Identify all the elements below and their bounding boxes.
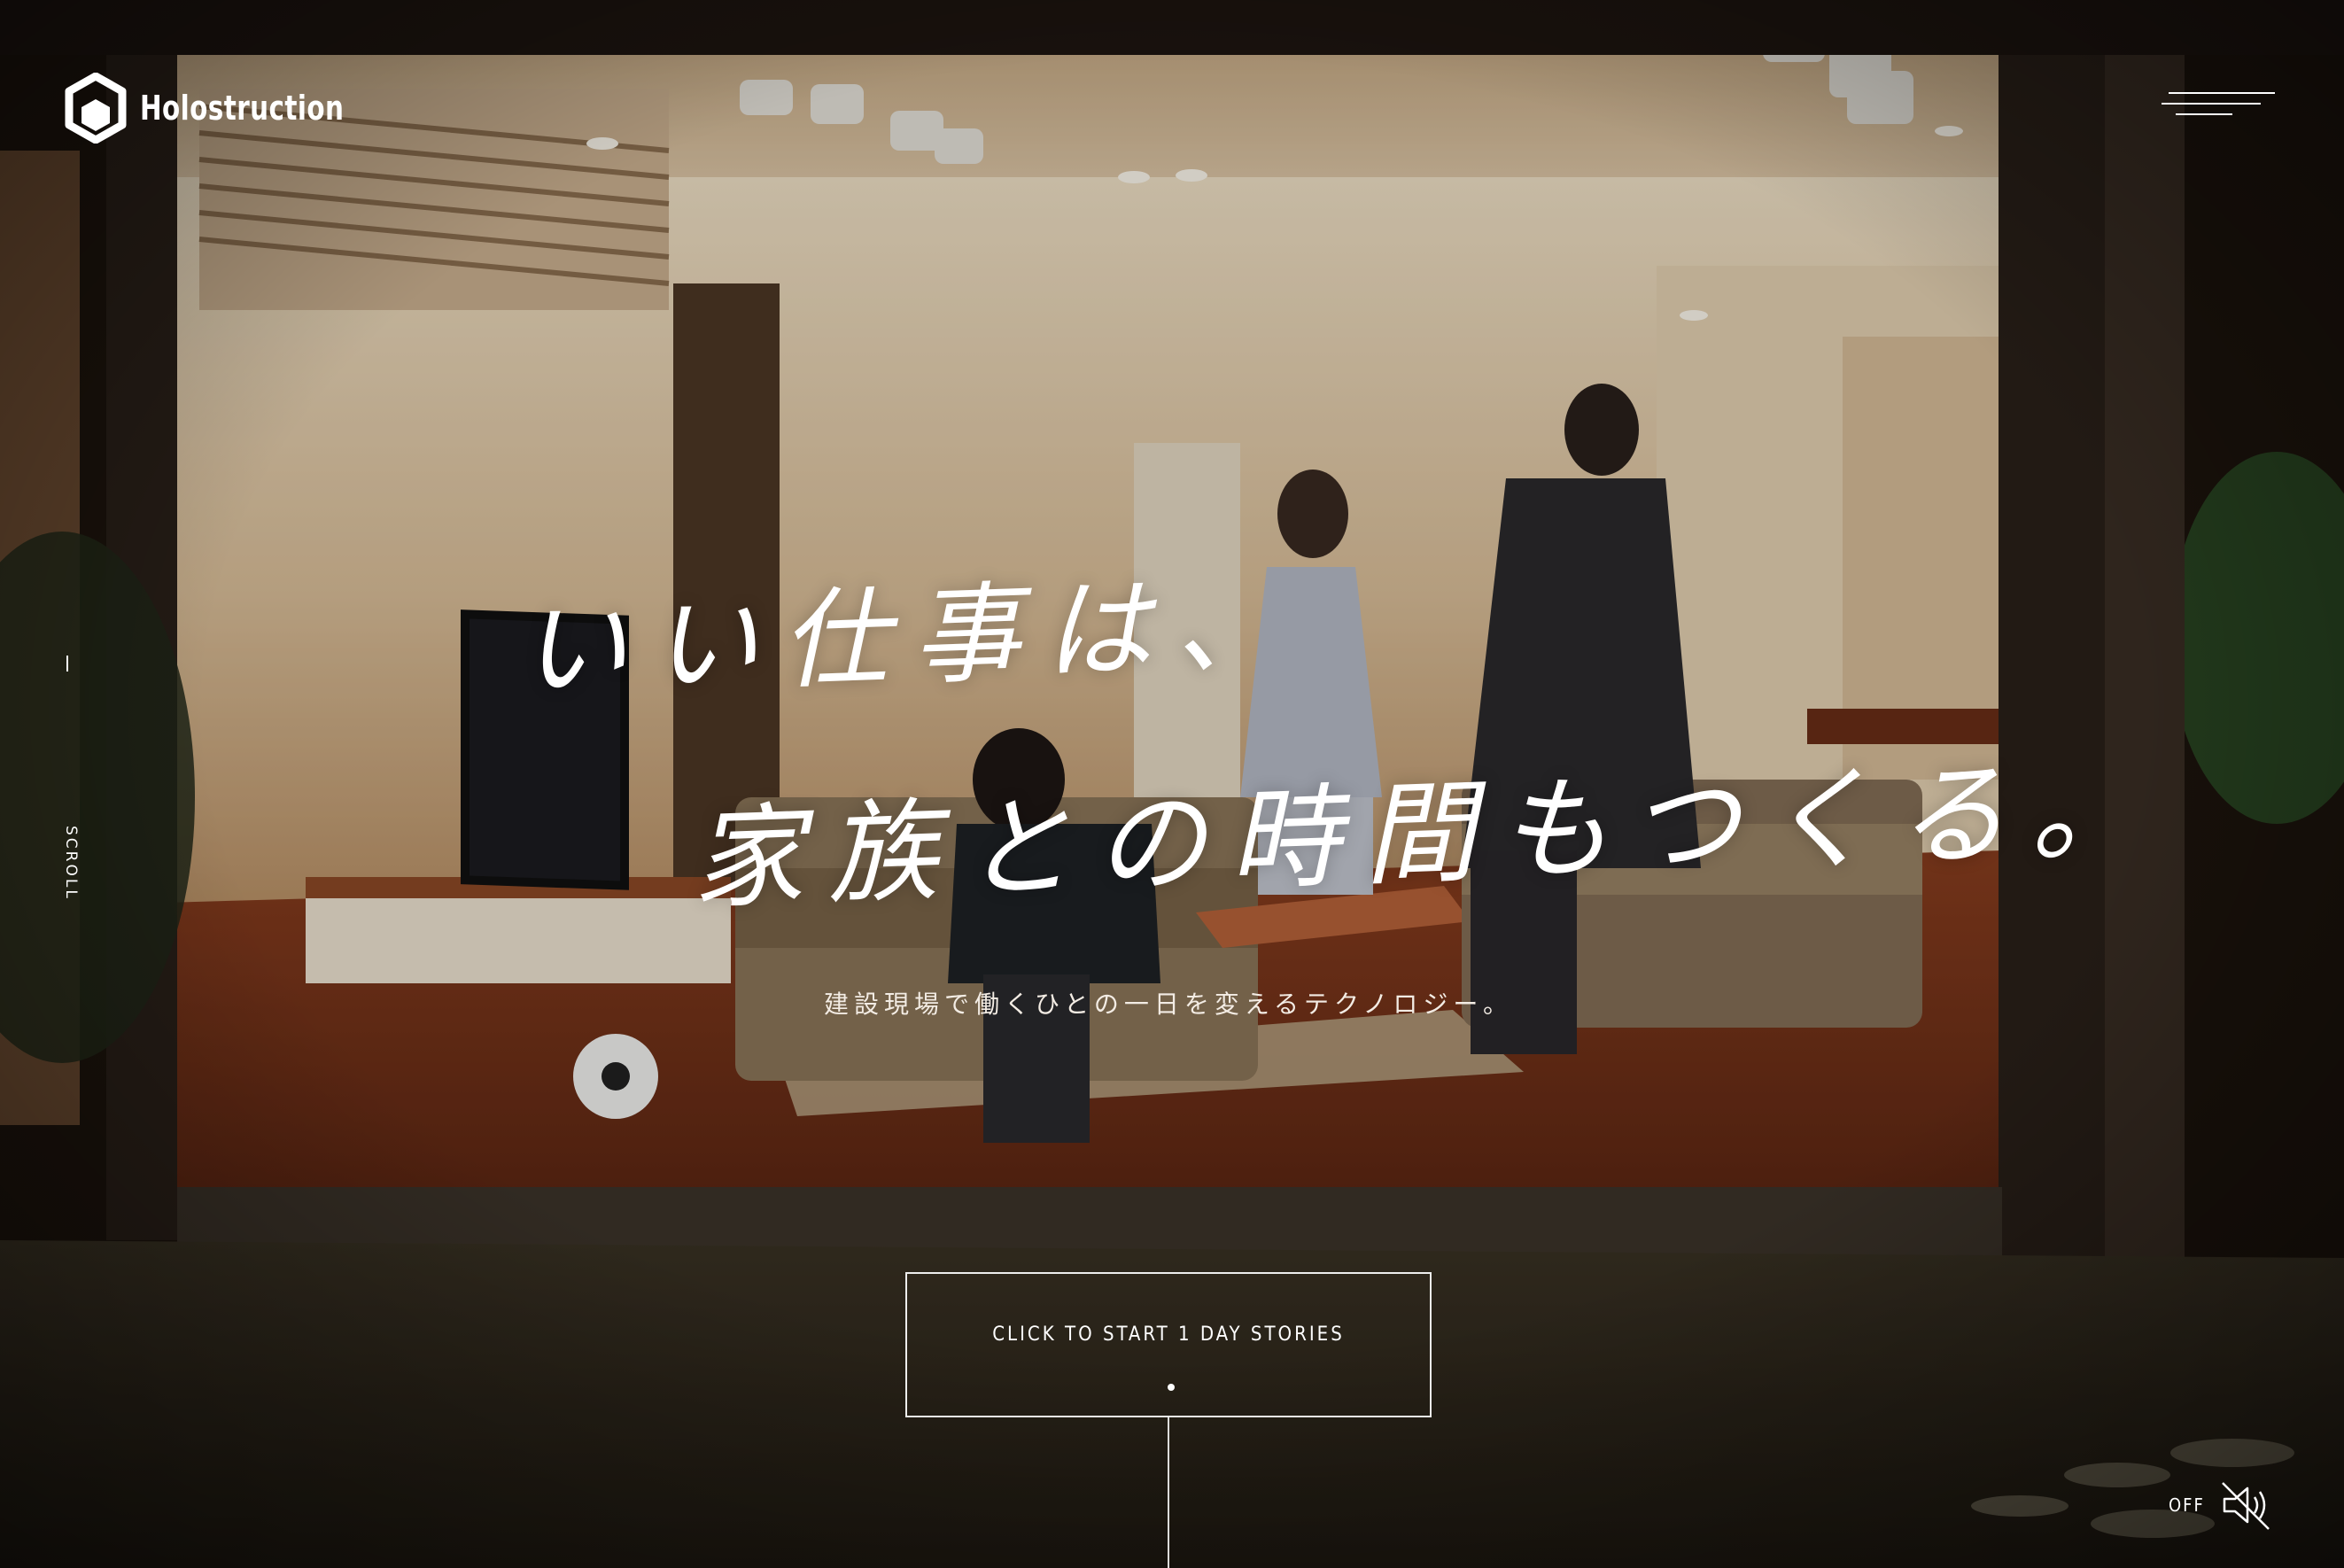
- holostruction-cube-logo: [65, 73, 127, 144]
- site-logo[interactable]: Holostruction: [64, 73, 377, 144]
- hamburger-menu-button[interactable]: [2162, 89, 2275, 124]
- sound-toggle[interactable]: OFF: [2169, 1478, 2272, 1533]
- start-stories-button[interactable]: CLICK TO START 1 DAY STORIES: [905, 1272, 1432, 1417]
- scroll-tick: [66, 656, 68, 671]
- cta-guide-line: [1168, 1417, 1169, 1568]
- start-stories-label: CLICK TO START 1 DAY STORIES: [992, 1323, 1345, 1346]
- menu-line-1: [2169, 92, 2275, 94]
- logo-text: Holostruction: [140, 89, 345, 128]
- menu-line-3: [2176, 113, 2232, 115]
- speaker-muted-icon: [2221, 1482, 2270, 1530]
- sound-status-label: OFF: [2169, 1494, 2205, 1516]
- cta-dot: [1168, 1384, 1175, 1391]
- scroll-indicator[interactable]: SCROLL: [58, 656, 80, 921]
- scroll-label: SCROLL: [62, 826, 80, 901]
- menu-line-2: [2162, 103, 2261, 105]
- hero-subtitle: 建設現場で働くひとの一日を変えるテクノロジー。: [0, 985, 2344, 1021]
- hero-stage: Holostruction SCROLL いい仕事は、 家族との時間もつくる。 …: [0, 0, 2344, 1568]
- hero-subtitle-text: 建設現場で働くひとの一日を変えるテクノロジー。: [823, 990, 1514, 1018]
